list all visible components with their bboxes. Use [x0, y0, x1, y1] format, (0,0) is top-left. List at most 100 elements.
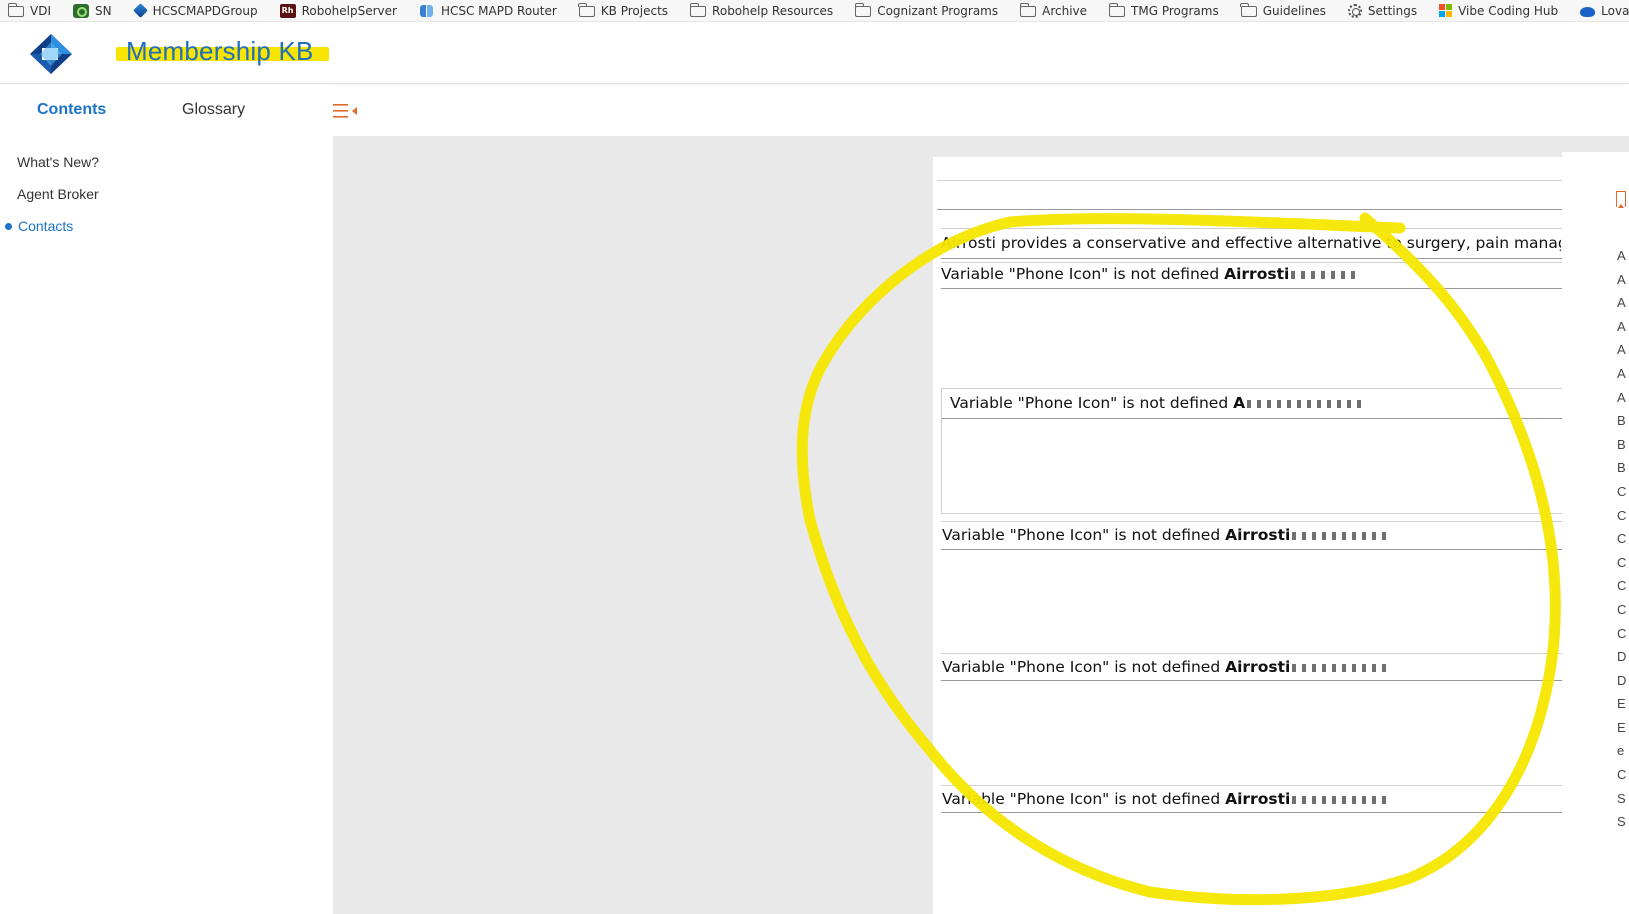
toc-item-whats-new[interactable]: What's New? — [0, 153, 330, 185]
index-letter[interactable]: C — [1617, 625, 1629, 649]
index-letter[interactable]: D — [1617, 672, 1629, 696]
contact-row: Variable "Phone Icon" is not defined Air… — [942, 526, 1392, 544]
tab-contents[interactable]: Contents — [37, 101, 106, 119]
divider — [941, 785, 1562, 786]
divider — [941, 288, 1562, 289]
index-letter[interactable]: S — [1617, 813, 1629, 837]
divider — [941, 258, 1562, 259]
tab-glossary[interactable]: Glossary — [182, 101, 245, 119]
sidebar: Contents Glossary What's New? Agent Brok… — [0, 85, 357, 914]
divider — [941, 549, 1562, 550]
toc-item-contacts[interactable]: Contacts — [0, 217, 330, 249]
index-letter[interactable]: A — [1617, 341, 1629, 365]
bookmark-settings[interactable]: Settings — [1347, 0, 1418, 21]
bookmark-label: Archive — [1042, 3, 1088, 18]
row-bold: A — [1233, 394, 1246, 412]
bookmark-hcscmapdgroup[interactable]: HCSCMAPDGroup — [132, 0, 258, 21]
index-letter[interactable]: C — [1617, 483, 1629, 507]
redacted-phone — [1292, 663, 1392, 672]
bookmark-vibe-coding-hub[interactable]: Vibe Coding Hub — [1439, 0, 1559, 21]
folder-icon — [1240, 3, 1257, 17]
index-letter[interactable]: E — [1617, 695, 1629, 719]
bookmark-label: HCSC MAPD Router — [440, 3, 557, 18]
divider — [941, 418, 1562, 419]
index-letter[interactable]: B — [1617, 459, 1629, 483]
contact-row: Variable "Phone Icon" is not defined Air… — [942, 790, 1392, 808]
contact-row: Variable "Phone Icon" is not defined Air… — [942, 658, 1392, 676]
active-dot-icon — [5, 223, 12, 230]
folder-icon — [578, 3, 595, 17]
toc-item-agent-broker[interactable]: Agent Broker — [0, 185, 330, 217]
index-letter[interactable]: A — [1617, 365, 1629, 389]
bookmark-label: Vibe Coding Hub — [1458, 3, 1559, 18]
folder-icon — [854, 3, 872, 17]
redacted-phone — [1247, 399, 1368, 408]
index-letter[interactable]: B — [1617, 412, 1629, 436]
bookmark-label: Lovable - Build fo — [1601, 3, 1629, 18]
divider — [941, 680, 1562, 681]
index-letter[interactable]: A — [1617, 389, 1629, 413]
index-letter[interactable]: C — [1617, 766, 1629, 790]
bookmark-vdi[interactable]: VDI — [7, 0, 51, 21]
servicenow-icon — [73, 3, 89, 18]
index-letter[interactable]: C — [1617, 507, 1629, 531]
header: Membership KB — [0, 22, 1629, 84]
index-letter[interactable]: S — [1617, 790, 1629, 814]
row-bold: Airrosti — [1225, 526, 1291, 544]
diamond-app-icon — [132, 3, 148, 18]
bookmark-label: Settings — [1367, 3, 1418, 18]
bookmark-hcsc-mapd-router[interactable]: HCSC MAPD Router — [419, 0, 557, 21]
title-wrap: Membership KB — [116, 36, 329, 67]
divider — [941, 513, 1562, 514]
row-text: Variable "Phone Icon" is not defined — [942, 526, 1226, 544]
row-text: Variable "Phone Icon" is not defined — [950, 394, 1234, 412]
index-letter[interactable]: C — [1617, 554, 1629, 578]
index-letter[interactable]: e — [1617, 742, 1629, 766]
robohelp-icon: Rh — [279, 3, 296, 18]
index-letter[interactable]: A — [1617, 294, 1629, 318]
bookmark-label: HCSCMAPDGroup — [152, 3, 258, 18]
page-title[interactable]: Membership KB — [126, 36, 314, 67]
redacted-phone — [1291, 270, 1359, 279]
bookmark-guidelines[interactable]: Guidelines — [1240, 0, 1326, 21]
redacted-phone — [1292, 531, 1392, 540]
bookmark-archive[interactable]: Archive — [1019, 0, 1088, 21]
table-of-contents: What's New? Agent Broker Contacts — [0, 153, 330, 249]
logo-icon[interactable] — [28, 32, 74, 76]
index-letter[interactable]: E — [1617, 719, 1629, 743]
index-letter[interactable]: A — [1617, 271, 1629, 295]
bookmark-label: VDI — [30, 3, 51, 18]
collapse-menu-icon[interactable] — [333, 103, 359, 119]
index-letter[interactable]: B — [1617, 436, 1629, 460]
divider — [937, 180, 1562, 181]
bookmark-label: Cognizant Programs — [877, 3, 999, 18]
contact-row: Variable "Phone Icon" is not defined A — [950, 394, 1398, 412]
index-letter[interactable]: C — [1617, 530, 1629, 554]
microsoft-icon — [1439, 4, 1453, 17]
bookmark-robohelpserver[interactable]: Rh RobohelpServer — [279, 0, 397, 21]
divider — [941, 388, 942, 514]
bookmark-cognizant-programs[interactable]: Cognizant Programs — [854, 0, 999, 21]
folder-icon — [689, 3, 707, 17]
row-text: Variable "Phone Icon" is not defined — [941, 265, 1225, 283]
index-letter[interactable]: C — [1617, 577, 1629, 601]
bookmark-robohelp-resources[interactable]: Robohelp Resources — [689, 0, 833, 21]
folder-icon — [7, 3, 24, 17]
index-letter[interactable]: D — [1617, 648, 1629, 672]
index-letter[interactable]: A — [1617, 247, 1629, 271]
divider — [941, 228, 1562, 229]
bookmark-tmg-programs[interactable]: TMG Programs — [1108, 0, 1219, 21]
bookmark-label: RobohelpServer — [301, 3, 397, 18]
folder-icon — [1019, 3, 1037, 17]
row-bold: Airrosti — [1225, 790, 1291, 808]
bookmark-lovable-build-fo[interactable]: Lovable - Build fo — [1580, 0, 1629, 21]
divider — [941, 388, 1562, 389]
index-letter[interactable]: C — [1617, 601, 1629, 625]
bookmark-label: Guidelines — [1262, 3, 1326, 18]
bookmark-kb-projects[interactable]: KB Projects — [578, 0, 669, 21]
bookmark-sn[interactable]: SN — [73, 0, 112, 21]
bookmark-label: KB Projects — [600, 3, 669, 18]
index-letter[interactable]: A — [1617, 318, 1629, 342]
bookmark-icon[interactable] — [1616, 191, 1626, 208]
folder-icon — [1108, 3, 1126, 17]
